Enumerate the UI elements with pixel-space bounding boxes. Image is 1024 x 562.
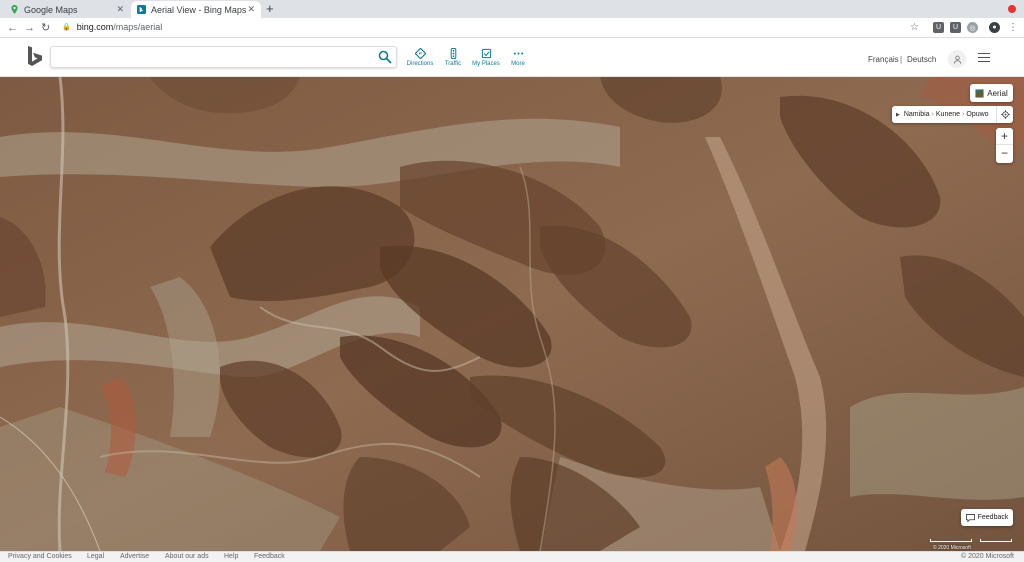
more-button[interactable]: More bbox=[498, 48, 538, 67]
aerial-imagery bbox=[0, 77, 1024, 551]
language-link-francais[interactable]: Français bbox=[868, 55, 899, 64]
footer-link-advertise[interactable]: Advertise bbox=[120, 553, 149, 560]
language-link-deutsch[interactable]: Deutsch bbox=[907, 55, 936, 64]
bookmark-star-icon[interactable]: ☆ bbox=[910, 21, 919, 35]
tab-title: Google Maps bbox=[24, 4, 78, 15]
footer-link-about-ads[interactable]: About our ads bbox=[165, 553, 209, 560]
tab-title: Aerial View - Bing Maps bbox=[151, 4, 247, 15]
footer-link-legal[interactable]: Legal bbox=[87, 553, 104, 560]
feedback-label: Feedback bbox=[977, 514, 1009, 521]
traffic-icon bbox=[450, 48, 456, 59]
breadcrumb-city[interactable]: Opuwo bbox=[966, 111, 988, 118]
browser-toolbar: ← → ↻ 🔒 bing.com/maps/aerial ☆ U U ◎ ● ⋮ bbox=[0, 18, 1024, 38]
location-breadcrumb: ▶ Namibia › Kunene › Opuwo bbox=[892, 106, 1013, 123]
extension-icon[interactable]: U bbox=[950, 22, 961, 33]
footer-link-privacy[interactable]: Privacy and Cookies bbox=[8, 553, 72, 560]
browser-menu-icon[interactable]: ⋮ bbox=[1008, 21, 1018, 35]
scale-bar bbox=[930, 539, 972, 542]
search-input[interactable] bbox=[57, 50, 367, 65]
zoom-control: + − bbox=[996, 128, 1013, 163]
back-arrow-icon[interactable]: ← bbox=[7, 21, 18, 35]
footer-link-help[interactable]: Help bbox=[224, 553, 238, 560]
tool-label: Traffic bbox=[444, 61, 462, 67]
search-icon[interactable] bbox=[378, 50, 392, 64]
language-separator: | bbox=[900, 55, 903, 64]
aerial-layer-icon bbox=[975, 88, 984, 98]
tool-label: Directions bbox=[406, 61, 434, 67]
breadcrumb-region[interactable]: Kunene bbox=[936, 111, 960, 118]
zoom-in-button[interactable]: + bbox=[996, 128, 1013, 145]
search-box bbox=[50, 46, 397, 68]
url-path: /maps/aerial bbox=[113, 22, 163, 32]
breadcrumb-country[interactable]: Namibia bbox=[904, 111, 930, 118]
page-footer: Privacy and Cookies Legal Advertise Abou… bbox=[0, 551, 1024, 562]
footer-copyright: © 2020 Microsoft bbox=[960, 553, 1014, 560]
address-bar[interactable]: 🔒 bing.com/maps/aerial bbox=[62, 22, 162, 32]
hamburger-menu-icon[interactable] bbox=[978, 53, 990, 62]
scale-bar bbox=[980, 539, 1012, 542]
reload-icon[interactable]: ↻ bbox=[41, 21, 50, 35]
tool-label: My Places bbox=[472, 61, 500, 67]
crosshair-icon bbox=[1000, 110, 1010, 119]
my-places-icon bbox=[481, 48, 491, 59]
account-avatar[interactable] bbox=[948, 50, 966, 68]
tool-label: More bbox=[511, 61, 525, 67]
tab-close-icon[interactable]: ✕ bbox=[116, 4, 124, 15]
map-style-button[interactable]: Aerial bbox=[970, 84, 1013, 102]
lock-icon: 🔒 bbox=[62, 24, 71, 31]
recording-indicator-icon bbox=[1008, 5, 1016, 13]
new-tab-button[interactable]: + bbox=[266, 2, 274, 16]
feedback-bubble-icon bbox=[965, 513, 975, 522]
forward-arrow-icon[interactable]: → bbox=[24, 21, 35, 35]
map-scale bbox=[930, 532, 1012, 544]
locate-me-button[interactable] bbox=[996, 106, 1013, 123]
browser-tab-bar: Google Maps ✕ Aerial View - Bing Maps ✕ … bbox=[0, 0, 1024, 18]
extension-icon[interactable]: U bbox=[933, 22, 944, 33]
aerial-map[interactable]: Aerial ▶ Namibia › Kunene › Opuwo + − Fe… bbox=[0, 77, 1024, 551]
directions-icon bbox=[414, 48, 426, 59]
bing-favicon-icon bbox=[137, 5, 146, 14]
extension-icon[interactable]: ◎ bbox=[967, 22, 978, 33]
url-host: bing.com bbox=[76, 22, 114, 32]
footer-link-feedback[interactable]: Feedback bbox=[254, 553, 285, 560]
bing-logo-icon[interactable] bbox=[27, 46, 43, 68]
tab-close-icon[interactable]: ✕ bbox=[247, 4, 255, 15]
profile-icon[interactable]: ● bbox=[989, 22, 1000, 33]
tab-bing-maps[interactable]: Aerial View - Bing Maps ✕ bbox=[131, 1, 261, 18]
tab-google-maps[interactable]: Google Maps ✕ bbox=[4, 1, 130, 18]
map-feedback-button[interactable]: Feedback bbox=[961, 509, 1013, 526]
breadcrumb-separator: › bbox=[931, 111, 934, 118]
user-icon bbox=[953, 55, 961, 64]
breadcrumb-separator: › bbox=[962, 111, 965, 118]
google-maps-favicon-icon bbox=[10, 5, 19, 14]
more-icon bbox=[513, 52, 523, 55]
expand-arrow-icon[interactable]: ▶ bbox=[896, 112, 900, 118]
map-style-label: Aerial bbox=[987, 88, 1008, 98]
zoom-out-button[interactable]: − bbox=[996, 145, 1013, 162]
bing-header: Directions Traffic My Places More França… bbox=[0, 38, 1024, 77]
